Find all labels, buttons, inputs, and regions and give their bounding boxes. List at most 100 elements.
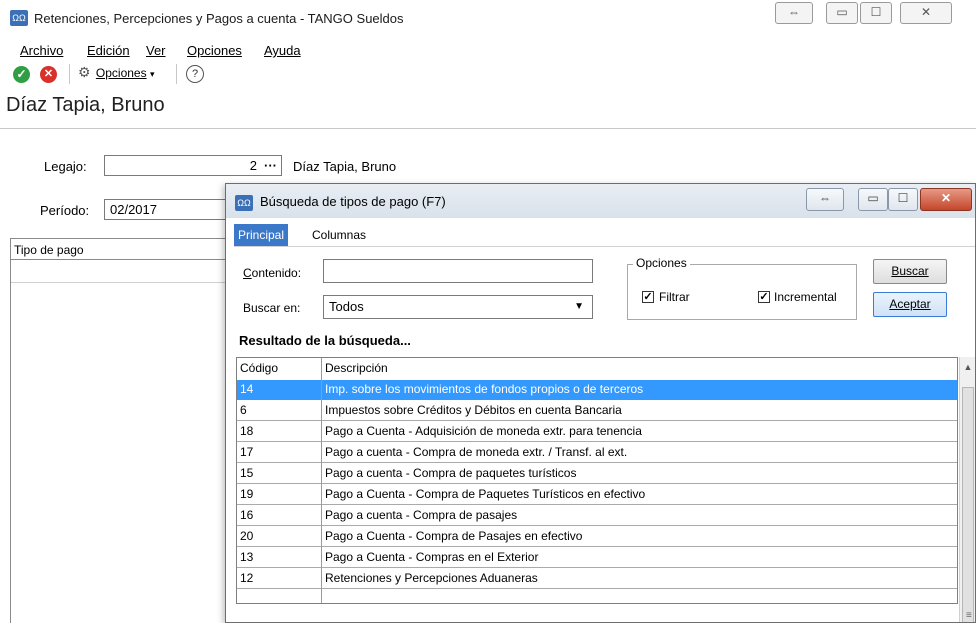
buscar-en-label: Buscar en: bbox=[243, 301, 301, 315]
filtrar-checkbox[interactable]: ✓ bbox=[642, 291, 654, 303]
row-description: Impuestos sobre Créditos y Débitos en cu… bbox=[325, 403, 622, 417]
row-code: 19 bbox=[240, 487, 254, 501]
options-label: Opciones bbox=[95, 66, 147, 80]
table-header: Código Descripción bbox=[237, 358, 957, 381]
page-title: Díaz Tapia, Bruno bbox=[6, 94, 165, 116]
main-titlebar: ΩΩ Retenciones, Percepciones y Pagos a c… bbox=[0, 0, 976, 38]
minimize-button[interactable]: ▭ bbox=[858, 188, 888, 211]
resize-icon[interactable]: ⇔ bbox=[806, 188, 844, 211]
row-code: 18 bbox=[240, 424, 254, 438]
close-button[interactable]: ✕ bbox=[900, 2, 952, 24]
dialog-titlebar: ΩΩ Búsqueda de tipos de pago (F7) ⇔ ▭ ☐ … bbox=[226, 184, 975, 218]
maximize-button[interactable]: ☐ bbox=[888, 188, 918, 211]
column-header-codigo[interactable]: Código bbox=[240, 361, 278, 375]
toolbar-separator bbox=[69, 64, 70, 84]
tab-columnas[interactable]: Columnas bbox=[308, 224, 370, 246]
menu-bar: Archivo Edición Ver Opciones Ayuda bbox=[0, 40, 976, 60]
table-row[interactable]: 15 Pago a cuenta - Compra de paquetes tur… bbox=[237, 464, 957, 484]
minimize-button[interactable]: ▭ bbox=[826, 2, 858, 24]
buscar-en-select[interactable]: Todos ▼ bbox=[323, 295, 593, 319]
menu-edicion[interactable]: Edición bbox=[87, 43, 130, 58]
results-title: Resultado de la búsqueda... bbox=[239, 333, 411, 348]
incremental-checkbox[interactable]: ✓ bbox=[758, 291, 770, 303]
table-row[interactable]: 20 Pago a Cuenta - Compra de Pasajes en e… bbox=[237, 527, 957, 547]
tab-principal[interactable]: Principal bbox=[234, 224, 289, 246]
table-row[interactable]: 19 Pago a Cuenta - Compra de Paquetes Tur… bbox=[237, 485, 957, 505]
row-description: Pago a cuenta - Compra de moneda extr. /… bbox=[325, 445, 628, 459]
row-code: 15 bbox=[240, 466, 254, 480]
table-row[interactable]: 14 Imp. sobre los movimientos de fondos p… bbox=[237, 380, 957, 400]
column-header-tipo-de-pago[interactable]: Tipo de pago bbox=[14, 243, 84, 257]
row-description: Pago a cuenta - Compra de paquetes turís… bbox=[325, 466, 577, 480]
legajo-value: 2 bbox=[249, 158, 257, 173]
dialog-title: Búsqueda de tipos de pago (F7) bbox=[260, 194, 446, 209]
row-description: Retenciones y Percepciones Aduaneras bbox=[325, 571, 538, 585]
menu-archivo[interactable]: Archivo bbox=[20, 43, 63, 58]
help-icon[interactable]: ? bbox=[186, 65, 204, 83]
results-table[interactable]: Código Descripción 14 Imp. sobre los movi… bbox=[236, 357, 958, 604]
row-description: Pago a Cuenta - Adquisición de moneda ex… bbox=[325, 424, 642, 438]
menu-ayuda[interactable]: Ayuda bbox=[264, 43, 301, 58]
row-code: 13 bbox=[240, 550, 254, 564]
options-group-caption: Opciones bbox=[633, 256, 690, 270]
contenido-label: Contenido: bbox=[243, 266, 302, 280]
maximize-button[interactable]: ☐ bbox=[860, 2, 892, 24]
column-divider bbox=[321, 358, 322, 603]
vertical-scrollbar[interactable]: ▲ ≡ bbox=[959, 357, 975, 622]
incremental-label: Incremental bbox=[774, 290, 837, 304]
chevron-down-icon: ▼ bbox=[574, 301, 584, 312]
toolbar-separator bbox=[176, 64, 177, 84]
scroll-up-icon[interactable]: ▲ bbox=[960, 359, 975, 375]
table-row[interactable]: 13 Pago a Cuenta - Compras en el Exterior bbox=[237, 548, 957, 568]
menu-ver[interactable]: Ver bbox=[146, 43, 166, 58]
resize-icon[interactable]: ⇔ bbox=[775, 2, 813, 24]
periodo-label: Período: bbox=[40, 203, 90, 218]
table-row[interactable]: 6 Impuestos sobre Créditos y Débitos en c… bbox=[237, 401, 957, 421]
ellipsis-icon[interactable]: ··· bbox=[264, 156, 277, 175]
grip-icon: ≡ bbox=[966, 610, 972, 621]
divider bbox=[0, 128, 976, 129]
contenido-label-text: ontenido: bbox=[251, 266, 302, 280]
legajo-input[interactable]: 2 ··· bbox=[104, 155, 282, 176]
filtrar-label: Filtrar bbox=[659, 290, 690, 304]
aceptar-button[interactable]: Aceptar bbox=[873, 292, 947, 317]
tango-app-icon: ΩΩ bbox=[235, 195, 253, 211]
row-code: 14 bbox=[240, 382, 254, 396]
row-code: 20 bbox=[240, 529, 254, 543]
check-circle-icon[interactable]: ✓ bbox=[13, 66, 30, 83]
scrollbar-thumb[interactable]: ≡ bbox=[962, 387, 974, 622]
menu-opciones[interactable]: Opciones bbox=[187, 43, 242, 58]
table-row[interactable]: 17 Pago a cuenta - Compra de moneda extr.… bbox=[237, 443, 957, 463]
close-button[interactable]: ✕ bbox=[920, 188, 972, 211]
buscar-button[interactable]: Buscar bbox=[873, 259, 947, 284]
table-row[interactable]: 12 Retenciones y Percepciones Aduaneras bbox=[237, 569, 957, 589]
window-title: Retenciones, Percepciones y Pagos a cuen… bbox=[34, 11, 404, 26]
aceptar-button-label: Aceptar bbox=[889, 297, 931, 311]
x-circle-icon[interactable]: ✕ bbox=[40, 66, 57, 83]
periodo-input[interactable]: 02/2017 bbox=[104, 199, 234, 220]
periodo-value: 02/2017 bbox=[110, 202, 157, 217]
row-code: 12 bbox=[240, 571, 254, 585]
search-dialog: ΩΩ Búsqueda de tipos de pago (F7) ⇔ ▭ ☐ … bbox=[225, 183, 976, 623]
row-code: 6 bbox=[240, 403, 247, 417]
table-row[interactable]: 16 Pago a cuenta - Compra de pasajes bbox=[237, 506, 957, 526]
buscar-button-label: Buscar bbox=[891, 264, 929, 278]
row-code: 16 bbox=[240, 508, 254, 522]
legajo-name: Díaz Tapia, Bruno bbox=[293, 159, 397, 174]
gear-icon: ⚙ bbox=[78, 64, 91, 80]
chevron-down-icon: ▾ bbox=[149, 69, 155, 79]
row-description: Pago a Cuenta - Compra de Pasajes en efe… bbox=[325, 529, 583, 543]
row-description: Pago a Cuenta - Compras en el Exterior bbox=[325, 550, 539, 564]
row-code: 17 bbox=[240, 445, 254, 459]
divider bbox=[234, 246, 975, 247]
toolbar: ✓ ✕ ⚙ Opciones ▾ ? bbox=[0, 62, 976, 88]
row-description: Pago a Cuenta - Compra de Paquetes Turís… bbox=[325, 487, 646, 501]
row-description: Pago a cuenta - Compra de pasajes bbox=[325, 508, 518, 522]
column-header-descripcion[interactable]: Descripción bbox=[325, 361, 388, 375]
contenido-input[interactable] bbox=[323, 259, 593, 283]
legajo-label: Legajo: bbox=[44, 159, 87, 174]
options-dropdown-button[interactable]: ⚙ Opciones ▾ bbox=[78, 64, 154, 84]
tango-app-icon: ΩΩ bbox=[10, 10, 28, 26]
table-row[interactable]: 18 Pago a Cuenta - Adquisición de moneda … bbox=[237, 422, 957, 442]
buscar-en-value: Todos bbox=[329, 299, 364, 314]
